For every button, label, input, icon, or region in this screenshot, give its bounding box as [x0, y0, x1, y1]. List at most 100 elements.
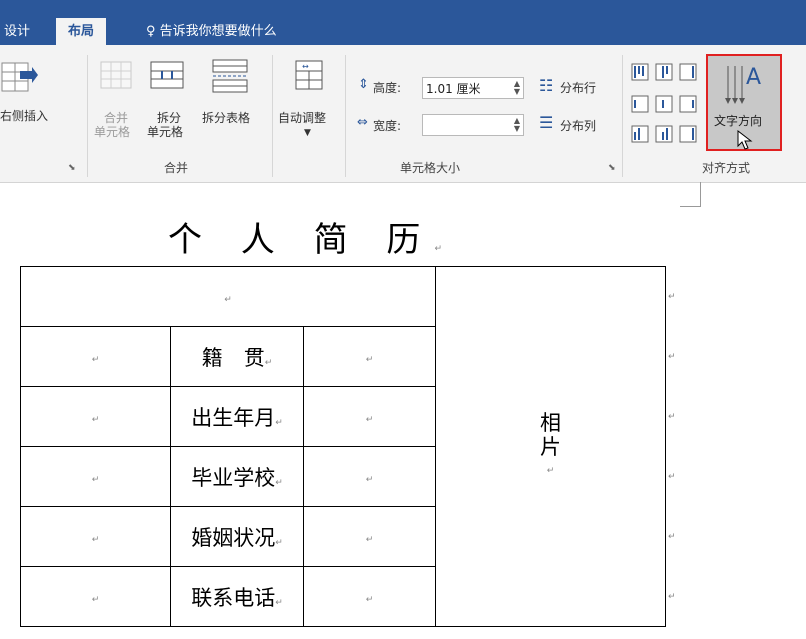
paragraph-mark: ↵ [434, 244, 442, 254]
table-cell[interactable]: ↵ [20, 446, 171, 507]
photo-char-2: 片 [540, 434, 561, 459]
column-width-icon: ⇔ [357, 115, 368, 130]
text-direction-button[interactable]: A 文字方向 [706, 54, 782, 151]
distribute-rows-label: 分布行 [560, 81, 597, 95]
autofit-icon: ↔ [295, 60, 323, 90]
photo-char-1: 相 [540, 410, 561, 435]
paragraph-mark: ↵ [91, 535, 100, 545]
merge-group-label: 合并 [164, 161, 189, 175]
paragraph-mark: ↵ [275, 417, 283, 428]
insert-right-icon [1, 62, 38, 92]
paragraph-mark: ↵ [365, 355, 374, 365]
row-end-mark: ↵ [668, 592, 676, 602]
split-cells-label-2: 单元格 [147, 125, 184, 139]
margin-marker [680, 206, 701, 207]
document-title: 个 人 简 历↵ [168, 212, 442, 261]
tab-design[interactable]: 设计 [4, 18, 30, 45]
paragraph-mark: ↵ [546, 465, 555, 476]
align-buttons-icon[interactable] [630, 60, 710, 144]
tell-me-label: 告诉我你想要做什么 [159, 24, 277, 39]
width-spinner[interactable]: ▲ ▼ [514, 117, 520, 133]
field-label-cell[interactable]: 婚姻状况↵ [170, 506, 304, 567]
paragraph-mark: ↵ [275, 597, 283, 608]
lightbulb-icon: ♀ [146, 24, 156, 39]
paragraph-mark: ↵ [365, 415, 374, 425]
split-table-label: 拆分表格 [202, 111, 251, 125]
cell-size-group-label: 单元格大小 [400, 161, 461, 175]
width-input[interactable]: ▲ ▼ [422, 114, 524, 136]
tab-layout[interactable]: 布局 [56, 18, 107, 45]
row-end-mark: ↵ [668, 472, 676, 482]
paragraph-mark: ↵ [264, 357, 273, 368]
table-cell[interactable]: ↵ [20, 266, 436, 327]
margin-marker [700, 182, 701, 206]
width-label: 宽度: [373, 119, 402, 133]
separator [87, 55, 88, 177]
table-cell[interactable]: ↵ [20, 386, 171, 447]
text-direction-icon: A [725, 65, 761, 104]
row-height-icon: ⇕ [358, 77, 369, 92]
merge-cells-label-1: 合并 [104, 111, 129, 125]
height-input[interactable]: 1.01 厘米 ▲ ▼ [422, 77, 524, 99]
title-bar [0, 0, 806, 45]
field-label: 籍 贯 [201, 345, 265, 370]
field-label-cell[interactable]: 籍 贯↵ [170, 326, 304, 387]
photo-cell[interactable]: 相 片 ↵ [435, 266, 666, 627]
table-cell[interactable]: ↵ [303, 386, 436, 447]
table-cell[interactable]: ↵ [303, 326, 436, 387]
row-end-mark: ↵ [668, 292, 676, 302]
table-cell[interactable]: ↵ [20, 506, 171, 567]
svg-text:A: A [746, 65, 761, 90]
table-cell[interactable]: ↵ [20, 566, 171, 627]
distribute-rows-icon: ☷ [539, 76, 554, 95]
paragraph-mark: ↵ [91, 595, 100, 605]
distribute-cols-label: 分布列 [560, 119, 597, 133]
height-label: 高度: [373, 81, 402, 95]
separator [272, 55, 273, 177]
paragraph-mark: ↵ [91, 475, 100, 485]
resume-table: ↵ 相 片 ↵ ↵ 籍 贯↵ ↵ ↵ 出生年月↵ ↵ ↵ 毕业学校↵ ↵ ↵ 婚… [20, 266, 666, 627]
separator [622, 55, 623, 177]
paragraph-mark: ↵ [365, 535, 374, 545]
table-cell[interactable]: ↵ [303, 446, 436, 507]
field-label-cell[interactable]: 毕业学校↵ [170, 446, 304, 507]
field-label-cell[interactable]: 出生年月↵ [170, 386, 304, 447]
height-spinner[interactable]: ▲ ▼ [514, 80, 520, 96]
field-label-cell[interactable]: 联系电话↵ [170, 566, 304, 627]
paragraph-mark: ↵ [365, 475, 374, 485]
field-label: 毕业学校 [191, 465, 276, 490]
photo-label: 相 片 ↵ [436, 411, 665, 483]
autofit-label: 自动调整 [278, 111, 327, 125]
paragraph-mark: ↵ [275, 477, 283, 488]
merge-cells-label-2: 单元格 [94, 125, 131, 139]
svg-text:↔: ↔ [302, 62, 309, 71]
chevron-down-icon: ▼ [304, 128, 311, 138]
split-table-icon [212, 59, 248, 93]
dialog-launcher-icon[interactable]: ⬊ [608, 163, 616, 173]
document-title-text: 个 人 简 历 [168, 220, 435, 260]
paragraph-mark: ↵ [224, 295, 232, 305]
paragraph-mark: ↵ [365, 595, 374, 605]
align-group-label: 对齐方式 [702, 161, 751, 175]
paragraph-mark: ↵ [275, 537, 283, 548]
table-cell[interactable]: ↵ [20, 326, 171, 387]
text-direction-label: 文字方向 [714, 114, 763, 128]
dialog-launcher-icon[interactable]: ⬊ [68, 163, 76, 173]
field-label: 联系电话 [191, 585, 276, 610]
tell-me-box[interactable]: ♀ 告诉我你想要做什么 [146, 18, 277, 45]
split-cells-label-1: 拆分 [157, 111, 182, 125]
paragraph-mark: ↵ [91, 355, 100, 365]
field-label: 婚姻状况 [191, 525, 276, 550]
table-cell[interactable]: ↵ [303, 506, 436, 567]
row-end-mark: ↵ [668, 352, 676, 362]
merge-cells-icon [100, 61, 132, 89]
table-cell[interactable]: ↵ [303, 566, 436, 627]
row-end-mark: ↵ [668, 412, 676, 422]
field-label: 出生年月 [191, 405, 276, 430]
insert-right-label: 右侧插入 [0, 109, 49, 123]
mouse-pointer-icon [737, 130, 753, 150]
distribute-cols-icon: ☰ [539, 113, 554, 132]
height-value: 1.01 厘米 [426, 82, 481, 96]
table-row: ↵ 相 片 ↵ [20, 266, 666, 627]
separator [345, 55, 346, 177]
